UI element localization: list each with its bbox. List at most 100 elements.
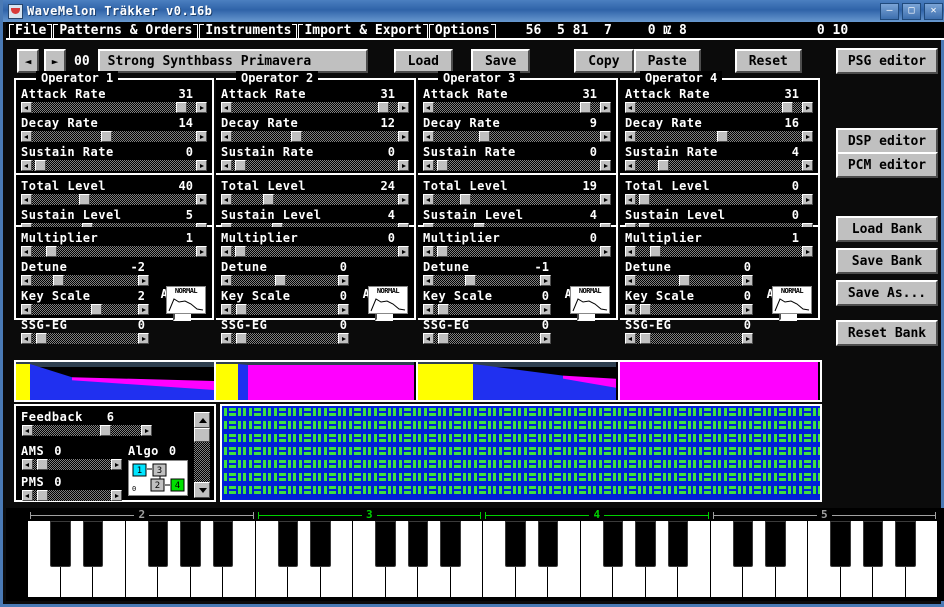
slider-right-arrow-icon[interactable] (338, 304, 349, 315)
keyboard-scrollbar[interactable] (10, 522, 26, 598)
dsp-editor-button[interactable]: DSP editor (836, 128, 938, 154)
slider-thumb[interactable] (460, 194, 472, 205)
black-key[interactable] (537, 521, 559, 567)
slider-left-arrow-icon[interactable] (22, 425, 33, 436)
slider-track[interactable] (32, 333, 138, 344)
slider-left-arrow-icon[interactable] (625, 131, 636, 142)
detune-1-slider[interactable] (21, 275, 149, 286)
slider-track[interactable] (232, 194, 398, 205)
black-key[interactable] (440, 521, 461, 567)
reset-bank-button[interactable]: Reset Bank (836, 320, 938, 346)
slider-left-arrow-icon[interactable] (625, 333, 636, 344)
slider-thumb[interactable] (79, 194, 91, 205)
slider-right-arrow-icon[interactable] (398, 246, 409, 257)
detune-2-slider[interactable] (221, 275, 349, 286)
instrument-scrollbar[interactable] (194, 412, 210, 498)
total-level-1-slider[interactable] (21, 194, 207, 205)
slider-thumb[interactable] (99, 425, 111, 436)
pattern-display[interactable] (220, 404, 822, 502)
slider-track[interactable] (636, 304, 742, 315)
slider-thumb[interactable] (579, 102, 591, 113)
slider-track[interactable] (33, 425, 141, 436)
save-bank-button[interactable]: Save Bank (836, 248, 938, 274)
ams-slider[interactable] (22, 459, 122, 470)
slider-track[interactable] (434, 160, 600, 171)
slider-track[interactable] (636, 246, 802, 257)
slider-right-arrow-icon[interactable] (802, 194, 813, 205)
menu-item-patterns-orders[interactable]: Patterns & Orders (53, 23, 199, 40)
slider-left-arrow-icon[interactable] (423, 131, 434, 142)
slider-right-arrow-icon[interactable] (742, 304, 753, 315)
minimize-icon[interactable]: – (880, 2, 899, 20)
prev-instrument-button[interactable]: ◄ (17, 49, 39, 73)
slider-track[interactable] (636, 160, 802, 171)
slider-right-arrow-icon[interactable] (600, 194, 611, 205)
scroll-down-arrow-icon[interactable] (194, 482, 210, 498)
slider-right-arrow-icon[interactable] (600, 131, 611, 142)
slider-track[interactable] (33, 459, 111, 470)
slider-track[interactable] (434, 275, 540, 286)
save-as-button[interactable]: Save As... (836, 280, 938, 306)
slider-track[interactable] (636, 333, 742, 344)
attack-rate-2-slider[interactable] (221, 102, 409, 113)
slider-right-arrow-icon[interactable] (802, 160, 813, 171)
slider-left-arrow-icon[interactable] (221, 333, 232, 344)
slider-right-arrow-icon[interactable] (338, 275, 349, 286)
black-key[interactable] (667, 521, 689, 567)
slider-right-arrow-icon[interactable] (398, 160, 409, 171)
attack-rate-1-slider[interactable] (21, 102, 207, 113)
slider-track[interactable] (32, 131, 196, 142)
black-key[interactable] (895, 521, 916, 567)
black-key[interactable] (407, 521, 429, 567)
copy-button[interactable]: Copy (574, 49, 634, 73)
pcm-editor-button[interactable]: PCM editor (836, 152, 938, 178)
black-key[interactable] (82, 521, 104, 567)
slider-left-arrow-icon[interactable] (625, 304, 636, 315)
slider-track[interactable] (232, 131, 398, 142)
detune-4-slider[interactable] (625, 275, 753, 286)
slider-track[interactable] (32, 102, 196, 113)
slider-thumb[interactable] (639, 333, 651, 344)
slider-track[interactable] (232, 160, 398, 171)
black-key[interactable] (212, 521, 234, 567)
save-button[interactable]: Save (470, 49, 531, 73)
slider-right-arrow-icon[interactable] (742, 333, 753, 344)
black-key[interactable] (277, 521, 299, 567)
slider-thumb[interactable] (175, 102, 187, 113)
maximize-icon[interactable]: □ (902, 2, 921, 20)
key-scale-3-slider[interactable] (423, 304, 551, 315)
sustain-rate-2-slider[interactable] (221, 160, 409, 171)
scrollbar-track[interactable] (194, 428, 210, 482)
black-key[interactable] (602, 521, 624, 567)
slider-right-arrow-icon[interactable] (540, 333, 551, 344)
slider-track[interactable] (32, 275, 138, 286)
slider-track[interactable] (232, 304, 338, 315)
slider-track[interactable] (434, 194, 600, 205)
slider-thumb[interactable] (781, 102, 793, 113)
slider-left-arrow-icon[interactable] (423, 304, 434, 315)
algorithm-diagram[interactable]: 1 3 2 4 0 (128, 460, 188, 496)
slider-right-arrow-icon[interactable] (742, 275, 753, 286)
slider-right-arrow-icon[interactable] (196, 246, 207, 257)
slider-right-arrow-icon[interactable] (802, 131, 813, 142)
slider-right-arrow-icon[interactable] (398, 194, 409, 205)
slider-left-arrow-icon[interactable] (221, 194, 232, 205)
multiplier-1-slider[interactable] (21, 246, 207, 257)
feedback-slider[interactable] (22, 425, 152, 436)
black-key[interactable] (732, 521, 754, 567)
slider-right-arrow-icon[interactable] (141, 425, 152, 436)
multiplier-2-slider[interactable] (221, 246, 409, 257)
slider-thumb[interactable] (377, 102, 389, 113)
slider-right-arrow-icon[interactable] (540, 275, 551, 286)
slider-thumb[interactable] (100, 131, 112, 142)
attack-rate-4-slider[interactable] (625, 102, 813, 113)
multiplier-3-slider[interactable] (423, 246, 611, 257)
scrollbar-thumb[interactable] (194, 428, 210, 442)
slider-right-arrow-icon[interactable] (540, 304, 551, 315)
slider-thumb[interactable] (263, 194, 274, 205)
slider-thumb[interactable] (678, 275, 690, 286)
slider-thumb[interactable] (235, 304, 247, 315)
slider-left-arrow-icon[interactable] (625, 194, 636, 205)
load-button[interactable]: Load (393, 49, 453, 73)
slider-track[interactable] (232, 102, 398, 113)
